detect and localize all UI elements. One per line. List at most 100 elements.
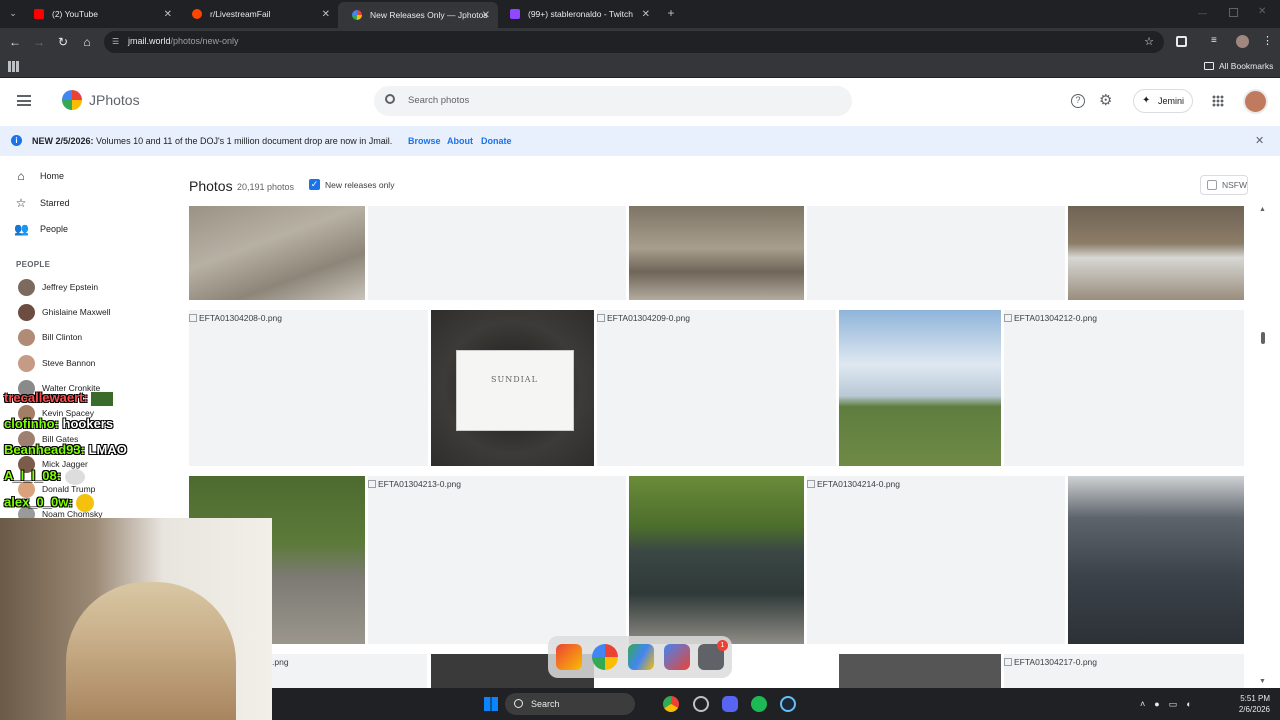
checkbox-checked-icon: ✓: [309, 179, 320, 190]
app-grid-icon[interactable]: 1: [698, 640, 728, 670]
gmail-icon[interactable]: [556, 644, 582, 670]
tab-youtube[interactable]: (2) YouTube ✕: [20, 4, 180, 24]
search-input[interactable]: Search photos: [374, 86, 852, 116]
close-icon[interactable]: ✕: [482, 10, 490, 21]
nsfw-toggle[interactable]: NSFW: [1200, 175, 1248, 195]
tab-livestreamfail[interactable]: r/LivestreamFail ✕: [178, 4, 338, 24]
os-taskbar: Search ˄●▭◐ 5:51 PM 2/6/2026: [272, 688, 1280, 720]
jphotos-logo-icon[interactable]: [62, 90, 82, 110]
photo-tile[interactable]: [629, 476, 804, 644]
photo-tile-broken[interactable]: EFTA01304214-0.png: [807, 476, 1065, 644]
steam-icon[interactable]: [780, 696, 796, 712]
photo-tile-empty[interactable]: [807, 206, 1065, 300]
close-icon[interactable]: ✕: [164, 9, 172, 20]
tab-twitch[interactable]: (99+) stableronaldo - Twitch ✕: [496, 4, 658, 24]
minimize-icon[interactable]: —: [1198, 8, 1208, 18]
photo-tile[interactable]: [839, 654, 1001, 688]
discord-icon[interactable]: [722, 696, 738, 712]
photo-tile[interactable]: SUNDIAL: [431, 310, 594, 466]
home-icon[interactable]: ⌂: [80, 35, 94, 49]
jemini-button[interactable]: ✦ Jemini: [1133, 89, 1193, 113]
window-close-icon[interactable]: ✕: [1258, 6, 1266, 17]
youtube-icon: [34, 9, 44, 19]
app-brand[interactable]: JPhotos: [89, 92, 140, 108]
scrollbar-thumb[interactable]: [1261, 332, 1265, 344]
photo-tile-broken[interactable]: EFTA01304213-0.png: [368, 476, 626, 644]
filename: EFTA01304209-0.png: [607, 313, 691, 323]
photo-tile-broken[interactable]: EFTA01304212-0.png: [1004, 310, 1244, 466]
person-item[interactable]: Ghislaine Maxwell: [18, 303, 111, 321]
person-name: Steve Bannon: [42, 358, 96, 368]
photo-tile[interactable]: [629, 206, 804, 300]
new-tab-button[interactable]: +: [664, 6, 678, 20]
maximize-icon[interactable]: [1229, 8, 1238, 17]
emote-icon: [76, 494, 95, 512]
apps-launcher-icon[interactable]: [1212, 95, 1224, 107]
photo-tile-empty[interactable]: [368, 206, 626, 300]
spotify-icon[interactable]: [751, 696, 767, 712]
close-icon[interactable]: ✕: [1255, 134, 1264, 147]
person-item[interactable]: Bill Clinton: [18, 328, 82, 346]
sidebar-item-starred[interactable]: ☆ Starred: [14, 193, 70, 213]
photo-tile-broken[interactable]: .png: [272, 654, 427, 688]
chrome-icon[interactable]: [663, 696, 679, 712]
banner-text: NEW 2/5/2026: Volumes 10 and 11 of the D…: [32, 136, 392, 146]
photos-icon[interactable]: [592, 644, 618, 670]
photo-tile-broken[interactable]: EFTA01304208-0.png: [189, 310, 428, 466]
close-icon[interactable]: ✕: [642, 9, 650, 20]
sidebar-item-people[interactable]: 👥 People: [14, 219, 68, 239]
photo-tile[interactable]: [839, 310, 1001, 466]
sidebar-item-home[interactable]: ⌂ Home: [14, 166, 64, 186]
profile-avatar[interactable]: [1236, 35, 1249, 48]
app-dock: 1: [548, 636, 732, 678]
drive-icon[interactable]: [628, 644, 654, 670]
scroll-up-icon[interactable]: ▲: [1259, 206, 1266, 213]
system-clock[interactable]: 5:51 PM 2/6/2026: [1239, 693, 1270, 715]
tray-icons[interactable]: ˄●▭◐: [1140, 699, 1201, 710]
person-item[interactable]: Jeffrey Epstein: [18, 278, 98, 296]
site-info-icon[interactable]: ☰: [112, 37, 121, 46]
sidebar-item-label: Home: [40, 171, 65, 181]
broken-image-filename: EFTA01304209-0.png: [597, 313, 690, 323]
forward-icon[interactable]: →: [32, 35, 46, 49]
broken-image-icon: [1004, 314, 1012, 322]
person-item[interactable]: Steve Bannon: [18, 354, 95, 372]
photo-tile[interactable]: [189, 206, 365, 300]
sparkle-icon: ✦: [1142, 95, 1151, 106]
banner-donate-link[interactable]: Donate: [481, 136, 512, 146]
settings-gear-icon[interactable]: ⚙: [1099, 91, 1112, 109]
sidebar-item-label: Starred: [40, 198, 70, 208]
url-bar[interactable]: ☰ jmail.world/photos/new-only ☆: [104, 31, 1164, 53]
tab-jphotos[interactable]: New Releases Only — Jphotos ✕: [338, 2, 498, 28]
media-icon[interactable]: ≡: [1211, 35, 1217, 46]
back-icon[interactable]: ←: [8, 35, 22, 49]
photo-tile-broken[interactable]: EFTA01304217-0.png: [1004, 654, 1244, 688]
menu-kebab-icon[interactable]: ⋮: [1262, 34, 1273, 47]
taskbar-search[interactable]: Search: [505, 693, 635, 715]
folder-icon: [1204, 62, 1214, 70]
bookmark-star-icon[interactable]: ☆: [1144, 35, 1154, 48]
reload-icon[interactable]: ↻: [56, 35, 70, 49]
photo-tile-broken[interactable]: EFTA01304209-0.png: [597, 310, 836, 466]
photo-tile[interactable]: [1068, 206, 1244, 300]
apps-grid-icon[interactable]: [8, 61, 19, 72]
hamburger-menu-icon[interactable]: [17, 95, 31, 106]
photo-sign: SUNDIAL: [456, 350, 574, 431]
scroll-down-icon[interactable]: ▼: [1259, 678, 1266, 685]
extensions-icon[interactable]: [1176, 36, 1187, 47]
flights-icon[interactable]: [664, 644, 690, 670]
all-bookmarks[interactable]: All Bookmarks: [1204, 61, 1273, 71]
broken-image-icon: [807, 480, 815, 488]
photo-tile[interactable]: [1068, 476, 1244, 644]
tab-search-button[interactable]: ⌄: [6, 6, 20, 20]
help-icon[interactable]: ?: [1071, 94, 1085, 108]
app-icon[interactable]: [693, 696, 709, 712]
page-scrollbar[interactable]: ▲ ▼: [1258, 206, 1268, 690]
close-icon[interactable]: ✕: [322, 9, 330, 20]
new-releases-checkbox[interactable]: ✓ New releases only: [309, 179, 394, 190]
account-avatar[interactable]: [1243, 89, 1268, 114]
banner-browse-link[interactable]: Browse: [408, 136, 441, 146]
banner-about-link[interactable]: About: [447, 136, 473, 146]
windows-start-icon[interactable]: [484, 697, 498, 711]
address-bar-row: ← → ↻ ⌂ ☰ jmail.world/photos/new-only ☆ …: [0, 28, 1280, 56]
